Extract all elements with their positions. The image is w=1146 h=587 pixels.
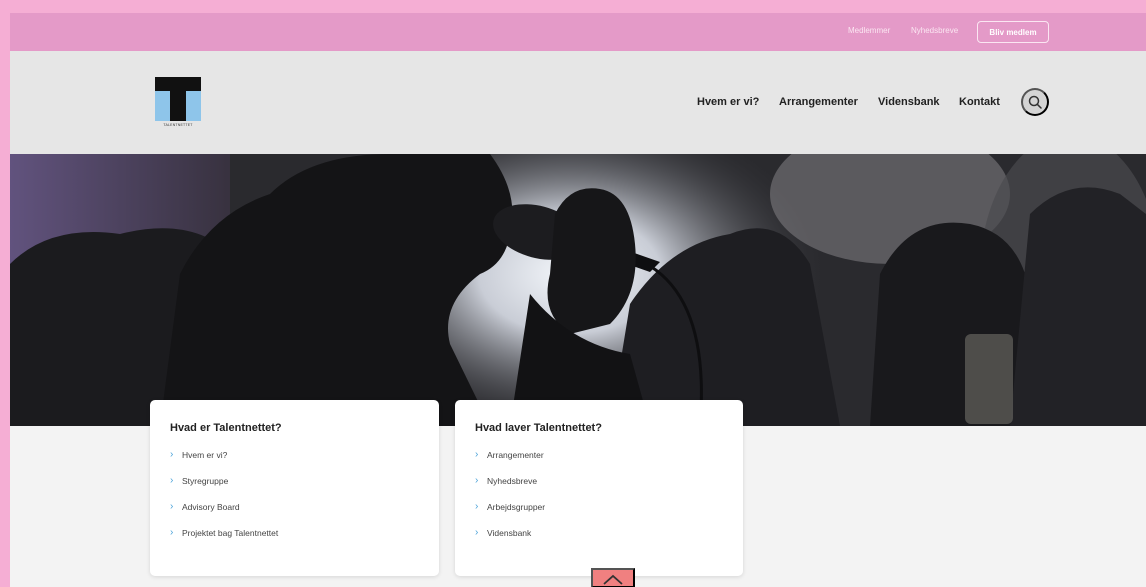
nav-arrangementer[interactable]: Arrangementer [779, 96, 858, 108]
list-item[interactable]: › Arrangementer [475, 450, 545, 476]
members-link[interactable]: Medlemmer [848, 26, 890, 35]
nav-hvem-er-vi[interactable]: Hvem er vi? [697, 96, 759, 108]
list-item[interactable]: › Hvem er vi? [170, 450, 278, 476]
list-item[interactable]: › Projektet bag Talentnettet [170, 528, 278, 554]
hero-photo-singer-with-microphone [10, 154, 1146, 426]
site-header: TALENTNETTET Hvem er vi? Arrangementer V… [10, 51, 1146, 154]
webpage: Medlemmer Nyhedsbreve Bliv medlem TALENT… [10, 13, 1146, 587]
chevron-right-icon: › [475, 501, 479, 512]
list-item[interactable]: › Advisory Board [170, 502, 278, 528]
search-icon [1028, 95, 1042, 109]
chevron-right-icon: › [170, 449, 174, 460]
chevron-right-icon: › [475, 527, 479, 538]
chevron-right-icon: › [170, 475, 174, 486]
newsletters-link[interactable]: Nyhedsbreve [911, 26, 958, 35]
card-title: Hvad laver Talentnettet? [475, 422, 602, 434]
card-link-list: › Hvem er vi? › Styregruppe › Advisory Boar… [170, 450, 278, 554]
nav-kontakt[interactable]: Kontakt [959, 96, 1000, 108]
card-link-list: › Arrangementer › Nyhedsbreve › Arbejdsgrup… [475, 450, 545, 554]
hero-image [10, 154, 1146, 426]
search-button[interactable] [1021, 88, 1049, 116]
site-logo[interactable]: TALENTNETTET [155, 77, 201, 129]
list-item[interactable]: › Vidensbank [475, 528, 545, 554]
join-button[interactable]: Bliv medlem [977, 21, 1049, 43]
nav-vidensbank[interactable]: Vidensbank [878, 96, 940, 108]
logo-wordmark: TALENTNETTET [163, 123, 193, 127]
chevron-right-icon: › [475, 475, 479, 486]
chevron-right-icon: › [170, 501, 174, 512]
list-item[interactable]: › Nyhedsbreve [475, 476, 545, 502]
list-item[interactable]: › Arbejdsgrupper [475, 502, 545, 528]
card-what-does: Hvad laver Talentnettet? › Arrangementer … [455, 400, 743, 576]
card-what-is: Hvad er Talentnettet? › Hvem er vi? › Styr… [150, 400, 439, 576]
chevron-right-icon: › [170, 527, 174, 538]
back-to-top-button[interactable] [591, 568, 635, 587]
top-utility-bar: Medlemmer Nyhedsbreve Bliv medlem [10, 13, 1146, 51]
card-title: Hvad er Talentnettet? [170, 422, 282, 434]
list-item[interactable]: › Styregruppe [170, 476, 278, 502]
chevron-up-icon [603, 574, 623, 585]
logo-t-stem [170, 77, 186, 121]
chevron-right-icon: › [475, 449, 479, 460]
